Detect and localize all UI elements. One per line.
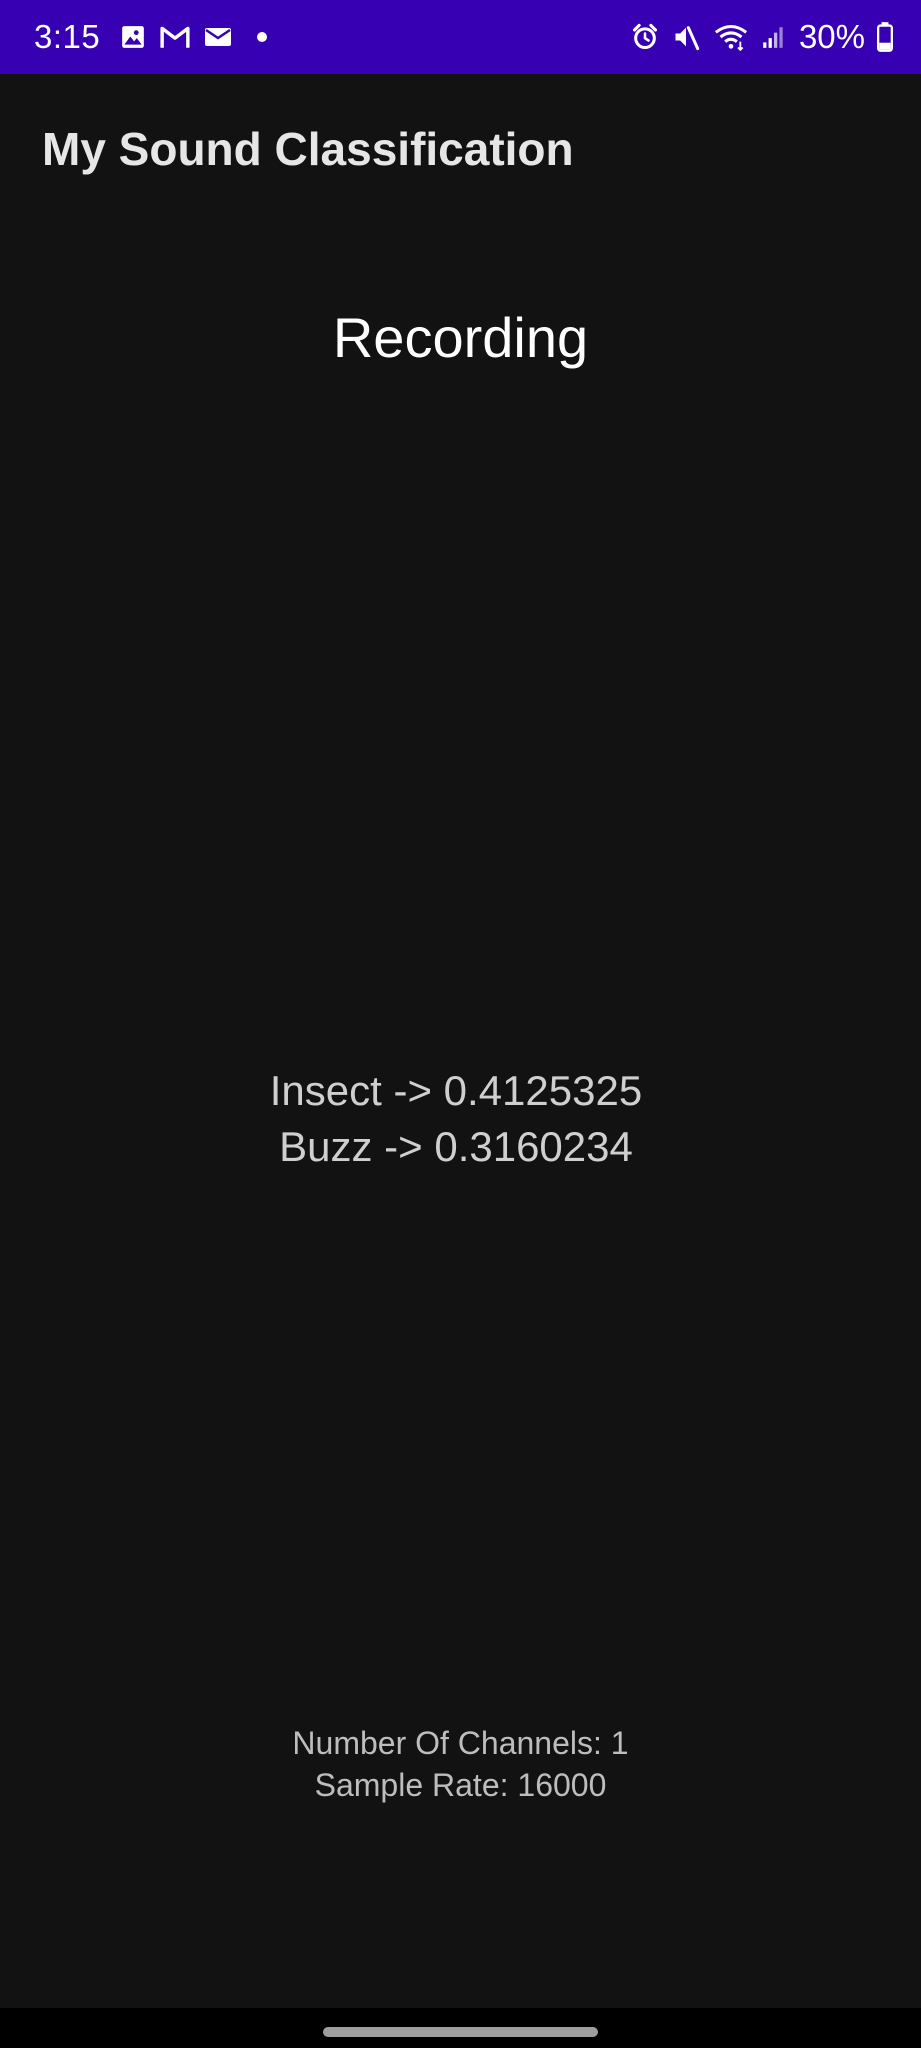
navigation-bar [0,2008,921,2048]
signal-icon [761,24,787,50]
result-item: Insect -> 0.4125325 [269,1067,643,1114]
app-bar: My Sound Classification [0,74,921,224]
alarm-icon [631,23,659,51]
recording-status-label: Recording [332,306,589,369]
battery-percent: 30% [798,18,865,55]
home-gesture-handle[interactable] [323,2027,598,2037]
gmail-icon [160,24,190,50]
sample-rate-info: Sample Rate: 16000 [314,1767,607,1803]
result-item: Buzz -> 0.3160234 [279,1123,633,1170]
channels-info: Number Of Channels: 1 [292,1725,629,1761]
battery-icon [877,22,893,52]
classification-results: Insect -> 0.4125325 Buzz -> 0.3160234 [0,1063,912,1175]
status-right-group: 30% [631,0,893,74]
mute-icon [671,23,701,51]
audio-info: Number Of Channels: 1 Sample Rate: 16000 [0,1722,921,1806]
email-icon [204,25,232,49]
status-time: 3:15 [34,18,101,55]
app-title: My Sound Classification [42,123,574,175]
status-left-group: 3:15 [34,0,268,74]
dot-icon [256,31,268,43]
status-bar: 3:15 30% [0,0,921,74]
wifi-icon [713,23,749,51]
gallery-icon [120,24,146,50]
